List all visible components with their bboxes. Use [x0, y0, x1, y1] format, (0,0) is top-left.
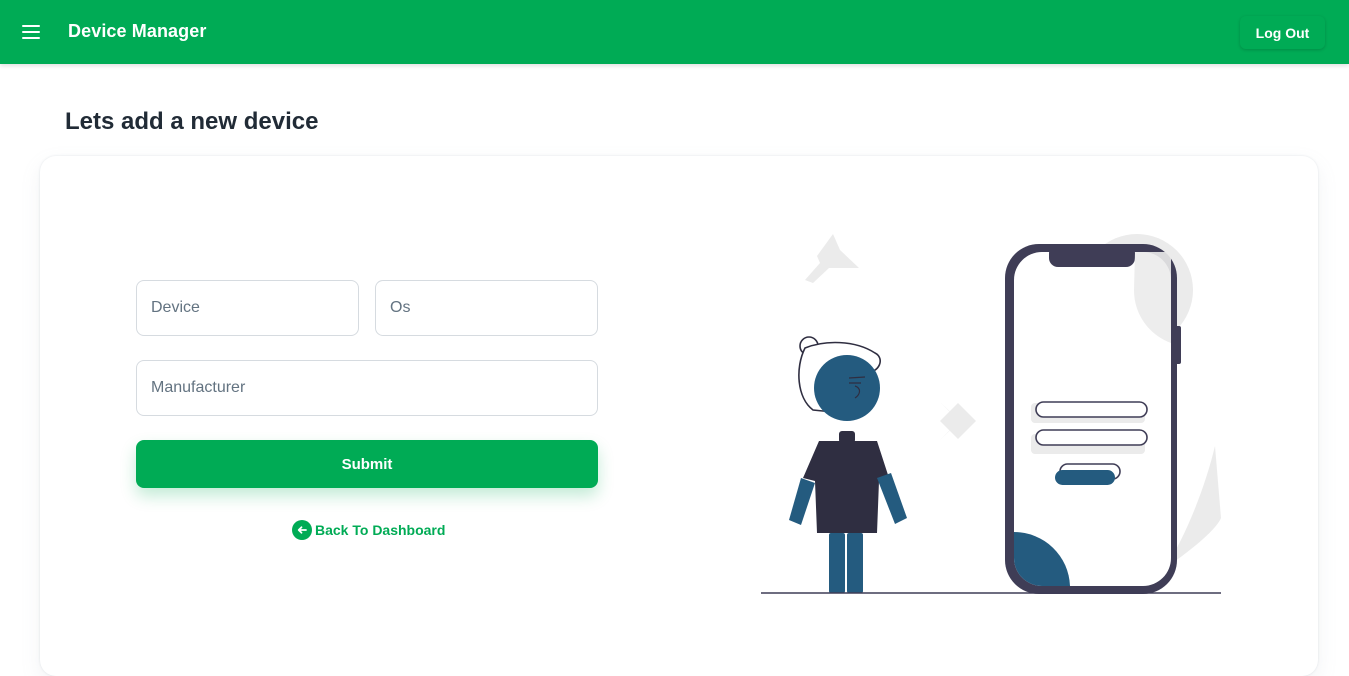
decorative-shape — [805, 234, 859, 283]
back-to-dashboard-link[interactable]: Back To Dashboard — [292, 520, 445, 540]
person-body — [803, 441, 889, 533]
logout-button[interactable]: Log Out — [1240, 16, 1325, 49]
person-left-arm — [789, 478, 815, 525]
phone-input-field — [1035, 429, 1148, 446]
person-right-arm — [877, 473, 907, 524]
device-input[interactable] — [136, 280, 359, 336]
app-title: Device Manager — [68, 21, 207, 41]
submit-button[interactable]: Submit — [136, 440, 598, 488]
decorative-diamond — [940, 403, 976, 439]
person-with-phone-illustration — [761, 234, 1221, 594]
os-input[interactable] — [375, 280, 598, 336]
person-left-leg — [829, 533, 845, 593]
top-app-bar: Device Manager Log Out — [0, 0, 1349, 64]
person-head — [814, 355, 880, 421]
back-to-dashboard-label: Back To Dashboard — [315, 522, 446, 538]
phone-notch — [1049, 244, 1135, 267]
hamburger-menu-icon[interactable] — [22, 22, 42, 42]
phone-side-button — [1175, 326, 1181, 364]
page-title: Lets add a new device — [65, 108, 319, 135]
manufacturer-input[interactable] — [136, 360, 598, 416]
person-right-leg — [847, 533, 863, 593]
phone-button — [1055, 470, 1115, 485]
arrow-left-circle-icon — [292, 520, 312, 540]
phone-input-field — [1035, 401, 1148, 418]
